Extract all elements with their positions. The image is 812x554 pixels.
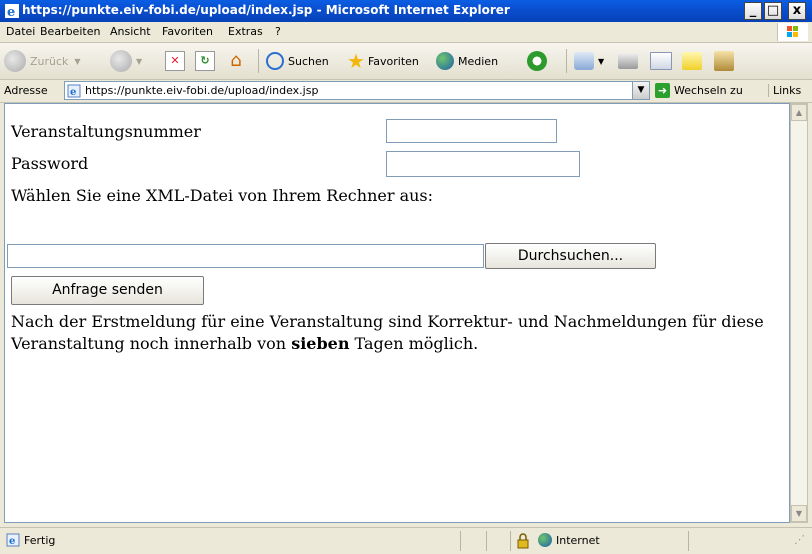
close-button[interactable]: x xyxy=(788,2,806,20)
file-path-input[interactable] xyxy=(7,244,484,268)
window-title: https://punkte.eiv-fobi.de/upload/index.… xyxy=(22,3,510,17)
page-icon: e xyxy=(6,533,20,547)
address-bar: Adresse e https://punkte.eiv-fobi.de/upl… xyxy=(0,80,812,103)
event-number-label: Veranstaltungsnummer xyxy=(11,122,201,141)
star-icon: ★ xyxy=(347,49,365,73)
refresh-icon: ↻ xyxy=(195,51,215,71)
ie-logo-icon: e xyxy=(5,4,19,19)
browse-button[interactable]: Durchsuchen... xyxy=(485,243,656,269)
stop-button[interactable]: ✕ xyxy=(165,47,185,75)
history-button[interactable] xyxy=(527,47,551,75)
menu-bar: Datei Bearbeiten Ansicht Favoriten Extra… xyxy=(0,22,812,43)
media-icon xyxy=(436,52,454,70)
mail-icon xyxy=(574,52,594,70)
discuss-button[interactable] xyxy=(682,47,706,75)
print-button[interactable] xyxy=(618,47,642,75)
browser-window: e https://punkte.eiv-fobi.de/upload/inde… xyxy=(0,0,812,554)
menu-bearbeiten[interactable]: Bearbeiten xyxy=(40,25,100,38)
status-bar: e Fertig Internet ⋰ xyxy=(0,527,812,554)
edit-button[interactable] xyxy=(650,47,676,75)
edit-icon xyxy=(650,52,672,70)
menu-extras[interactable]: Extras xyxy=(228,25,263,38)
minimize-button[interactable]: _ xyxy=(744,2,762,20)
back-button[interactable]: Zurück ▼ xyxy=(4,47,81,75)
search-icon xyxy=(266,52,284,70)
scroll-up-icon[interactable]: ▲ xyxy=(791,104,807,121)
print-icon xyxy=(618,53,638,69)
menu-ansicht[interactable]: Ansicht xyxy=(110,25,151,38)
forward-arrow-icon xyxy=(110,50,132,72)
favorites-button[interactable]: ★ Favoriten xyxy=(347,47,419,75)
svg-text:e: e xyxy=(70,87,76,98)
links-button[interactable]: Links xyxy=(768,84,801,97)
title-bar: e https://punkte.eiv-fobi.de/upload/inde… xyxy=(0,0,812,22)
address-label: Adresse xyxy=(4,84,48,97)
research-button[interactable] xyxy=(714,47,738,75)
status-ready: e Fertig xyxy=(6,533,55,547)
globe-icon xyxy=(538,533,552,547)
submit-button[interactable]: Anfrage senden xyxy=(11,276,204,305)
page-icon: e xyxy=(67,84,81,98)
menu-favoriten[interactable]: Favoriten xyxy=(162,25,213,38)
zone-internet: Internet xyxy=(538,533,600,547)
forward-button[interactable]: ▼ xyxy=(110,47,142,75)
go-button[interactable]: ➜ Wechseln zu xyxy=(655,83,743,98)
password-input[interactable] xyxy=(386,151,580,177)
search-button[interactable]: Suchen xyxy=(266,47,329,75)
toolbar: Zurück ▼ ▼ ✕ ↻ ⌂ Suchen ★ Favoriten Medie… xyxy=(0,43,812,80)
address-input[interactable]: e https://punkte.eiv-fobi.de/upload/inde… xyxy=(64,81,650,100)
address-url: https://punkte.eiv-fobi.de/upload/index.… xyxy=(85,84,319,97)
menu-datei[interactable]: Datei xyxy=(6,25,35,38)
home-icon: ⌂ xyxy=(230,50,242,71)
back-arrow-icon xyxy=(4,50,26,72)
maximize-button[interactable]: □ xyxy=(764,2,782,20)
scroll-down-icon[interactable]: ▼ xyxy=(791,505,807,522)
notice-text: Nach der Erstmeldung für eine Veranstalt… xyxy=(11,312,764,353)
file-select-label: Wählen Sie eine XML-Datei von Ihrem Rech… xyxy=(11,186,434,205)
media-button[interactable]: Medien xyxy=(436,47,498,75)
lock-icon xyxy=(516,533,530,549)
address-dropdown-icon[interactable]: ▼ xyxy=(632,82,649,99)
windows-flag-icon xyxy=(777,23,808,41)
home-button[interactable]: ⌂ xyxy=(225,47,247,75)
mail-button[interactable]: ▼ xyxy=(574,47,604,75)
svg-text:e: e xyxy=(9,536,15,547)
history-icon xyxy=(527,51,547,71)
vertical-scrollbar[interactable]: ▲ ▼ xyxy=(790,103,808,523)
page-content: Veranstaltungsnummer Password Wählen Sie… xyxy=(4,103,790,523)
refresh-button[interactable]: ↻ xyxy=(195,47,215,75)
note-icon xyxy=(682,52,702,70)
resize-grip-icon[interactable]: ⋰ xyxy=(794,533,805,546)
password-label: Password xyxy=(11,154,89,173)
go-arrow-icon: ➜ xyxy=(655,83,670,98)
svg-text:e: e xyxy=(7,5,15,19)
stop-icon: ✕ xyxy=(165,51,185,71)
research-icon xyxy=(714,51,734,71)
event-number-input[interactable] xyxy=(386,119,557,143)
menu-help[interactable]: ? xyxy=(275,25,281,38)
